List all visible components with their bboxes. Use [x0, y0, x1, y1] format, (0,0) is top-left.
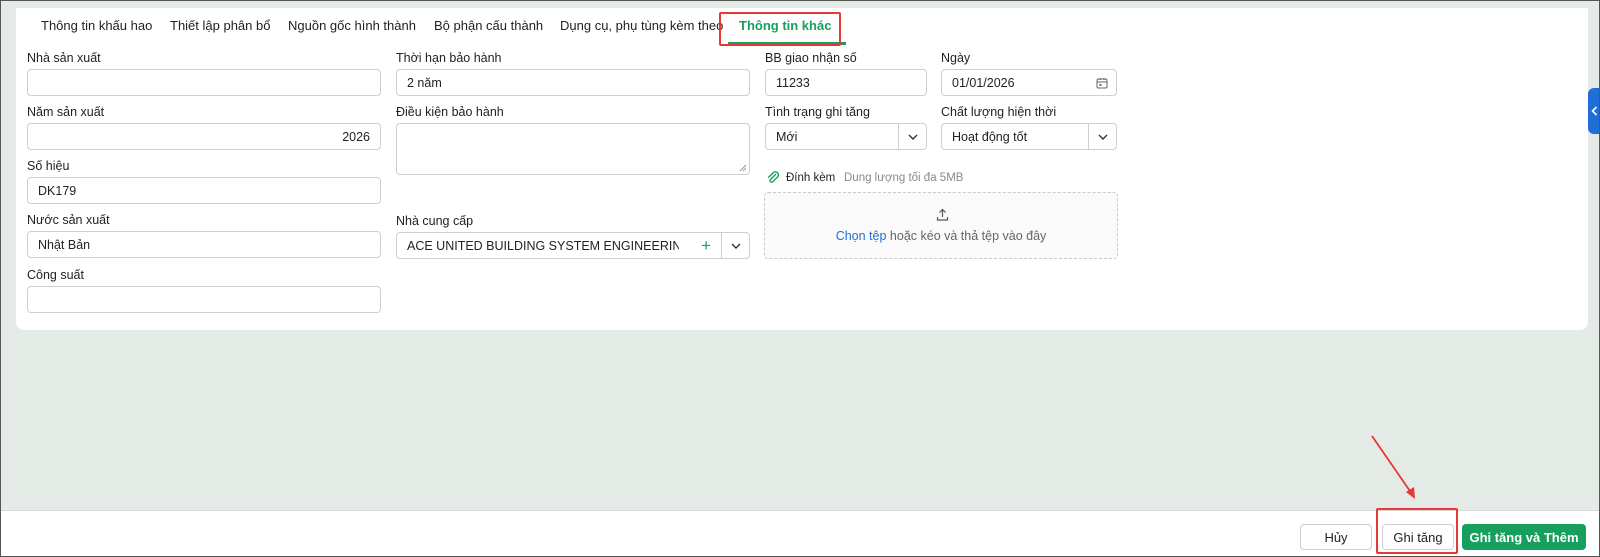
tab-accessories[interactable]: Dụng cụ, phụ tùng kèm theo — [560, 18, 723, 33]
tab-origin[interactable]: Nguồn gốc hình thành — [288, 18, 416, 33]
attachment-label: Đính kèm — [786, 172, 836, 184]
file-dropzone[interactable]: Chọn tệp hoặc kéo và thả tệp vào đây — [764, 192, 1118, 259]
supplier-select[interactable]: ACE UNITED BUILDING SYSTEM ENGINEERING .… — [396, 232, 750, 259]
country-label: Nước sản xuất — [27, 213, 110, 227]
highlight-active-tab — [719, 12, 841, 46]
warranty-period-input[interactable]: 2 năm — [396, 69, 750, 96]
tab-components[interactable]: Bộ phận cấu thành — [434, 18, 543, 33]
annotation-arrow-icon — [1371, 435, 1415, 499]
side-panel-toggle[interactable] — [1588, 88, 1600, 134]
tab-depreciation-info[interactable]: Thông tin khấu hao — [41, 18, 152, 33]
handover-no-label: BB giao nhận số — [765, 51, 857, 65]
warranty-terms-label: Điều kiện bảo hành — [396, 105, 504, 119]
cancel-button[interactable]: Hủy — [1300, 524, 1372, 550]
supplier-label: Nhà cung cấp — [396, 214, 474, 228]
year-input[interactable]: 2026 — [27, 123, 381, 150]
choose-file-link[interactable]: Chọn tệp — [836, 229, 887, 243]
increase-status-value: Mới — [776, 129, 798, 144]
increase-status-label: Tình trạng ghi tăng — [765, 105, 870, 119]
supplier-value: ACE UNITED BUILDING SYSTEM ENGINEERING .… — [407, 238, 679, 253]
highlight-save-button — [1376, 508, 1458, 554]
increase-status-select[interactable]: Mới — [765, 123, 927, 150]
warranty-terms-textarea[interactable] — [396, 123, 750, 175]
manufacturer-label: Nhà sản xuất — [27, 51, 101, 65]
calendar-icon[interactable] — [1096, 77, 1108, 89]
serial-label: Số hiệu — [27, 159, 70, 173]
attachment-hint: Dung lượng tối đa 5MB — [844, 172, 964, 184]
chevron-down-icon[interactable] — [898, 124, 926, 149]
handover-no-input[interactable]: 11233 — [765, 69, 927, 96]
quality-label: Chất lượng hiện thời — [941, 105, 1057, 119]
warranty-period-label: Thời hạn bảo hành — [396, 51, 502, 65]
save-and-add-button[interactable]: Ghi tăng và Thêm — [1462, 524, 1586, 550]
capacity-input[interactable] — [27, 286, 381, 313]
footer-bar: Hủy Ghi tăng Ghi tăng và Thêm — [0, 510, 1600, 557]
drop-instruction: hoặc kéo và thả tệp vào đây — [889, 229, 1047, 243]
top-strip — [0, 0, 1600, 8]
paperclip-icon — [767, 171, 780, 183]
form-card: Thông tin khấu hao Thiết lập phân bổ Ngu… — [16, 8, 1588, 330]
resize-grip-icon[interactable] — [739, 164, 747, 172]
plus-icon[interactable]: + — [701, 237, 711, 254]
date-label: Ngày — [941, 51, 971, 65]
dropzone-text: Chọn tệp hoặc kéo và thả tệp vào đây — [765, 229, 1117, 243]
date-value: 01/01/2026 — [952, 75, 1015, 90]
serial-input[interactable]: DK179 — [27, 177, 381, 204]
tab-allocation-setup[interactable]: Thiết lập phân bổ — [170, 18, 270, 33]
manufacturer-input[interactable] — [27, 69, 381, 96]
chevron-left-icon — [1590, 106, 1597, 116]
date-input[interactable]: 01/01/2026 — [941, 69, 1117, 96]
country-input[interactable]: Nhật Bản — [27, 231, 381, 258]
upload-icon — [936, 208, 949, 221]
chevron-down-icon[interactable] — [1088, 124, 1116, 149]
capacity-label: Công suất — [27, 268, 84, 282]
quality-select[interactable]: Hoạt động tốt — [941, 123, 1117, 150]
chevron-down-icon[interactable] — [721, 233, 749, 258]
quality-value: Hoạt động tốt — [952, 129, 1028, 144]
year-label: Năm sản xuất — [27, 105, 105, 119]
